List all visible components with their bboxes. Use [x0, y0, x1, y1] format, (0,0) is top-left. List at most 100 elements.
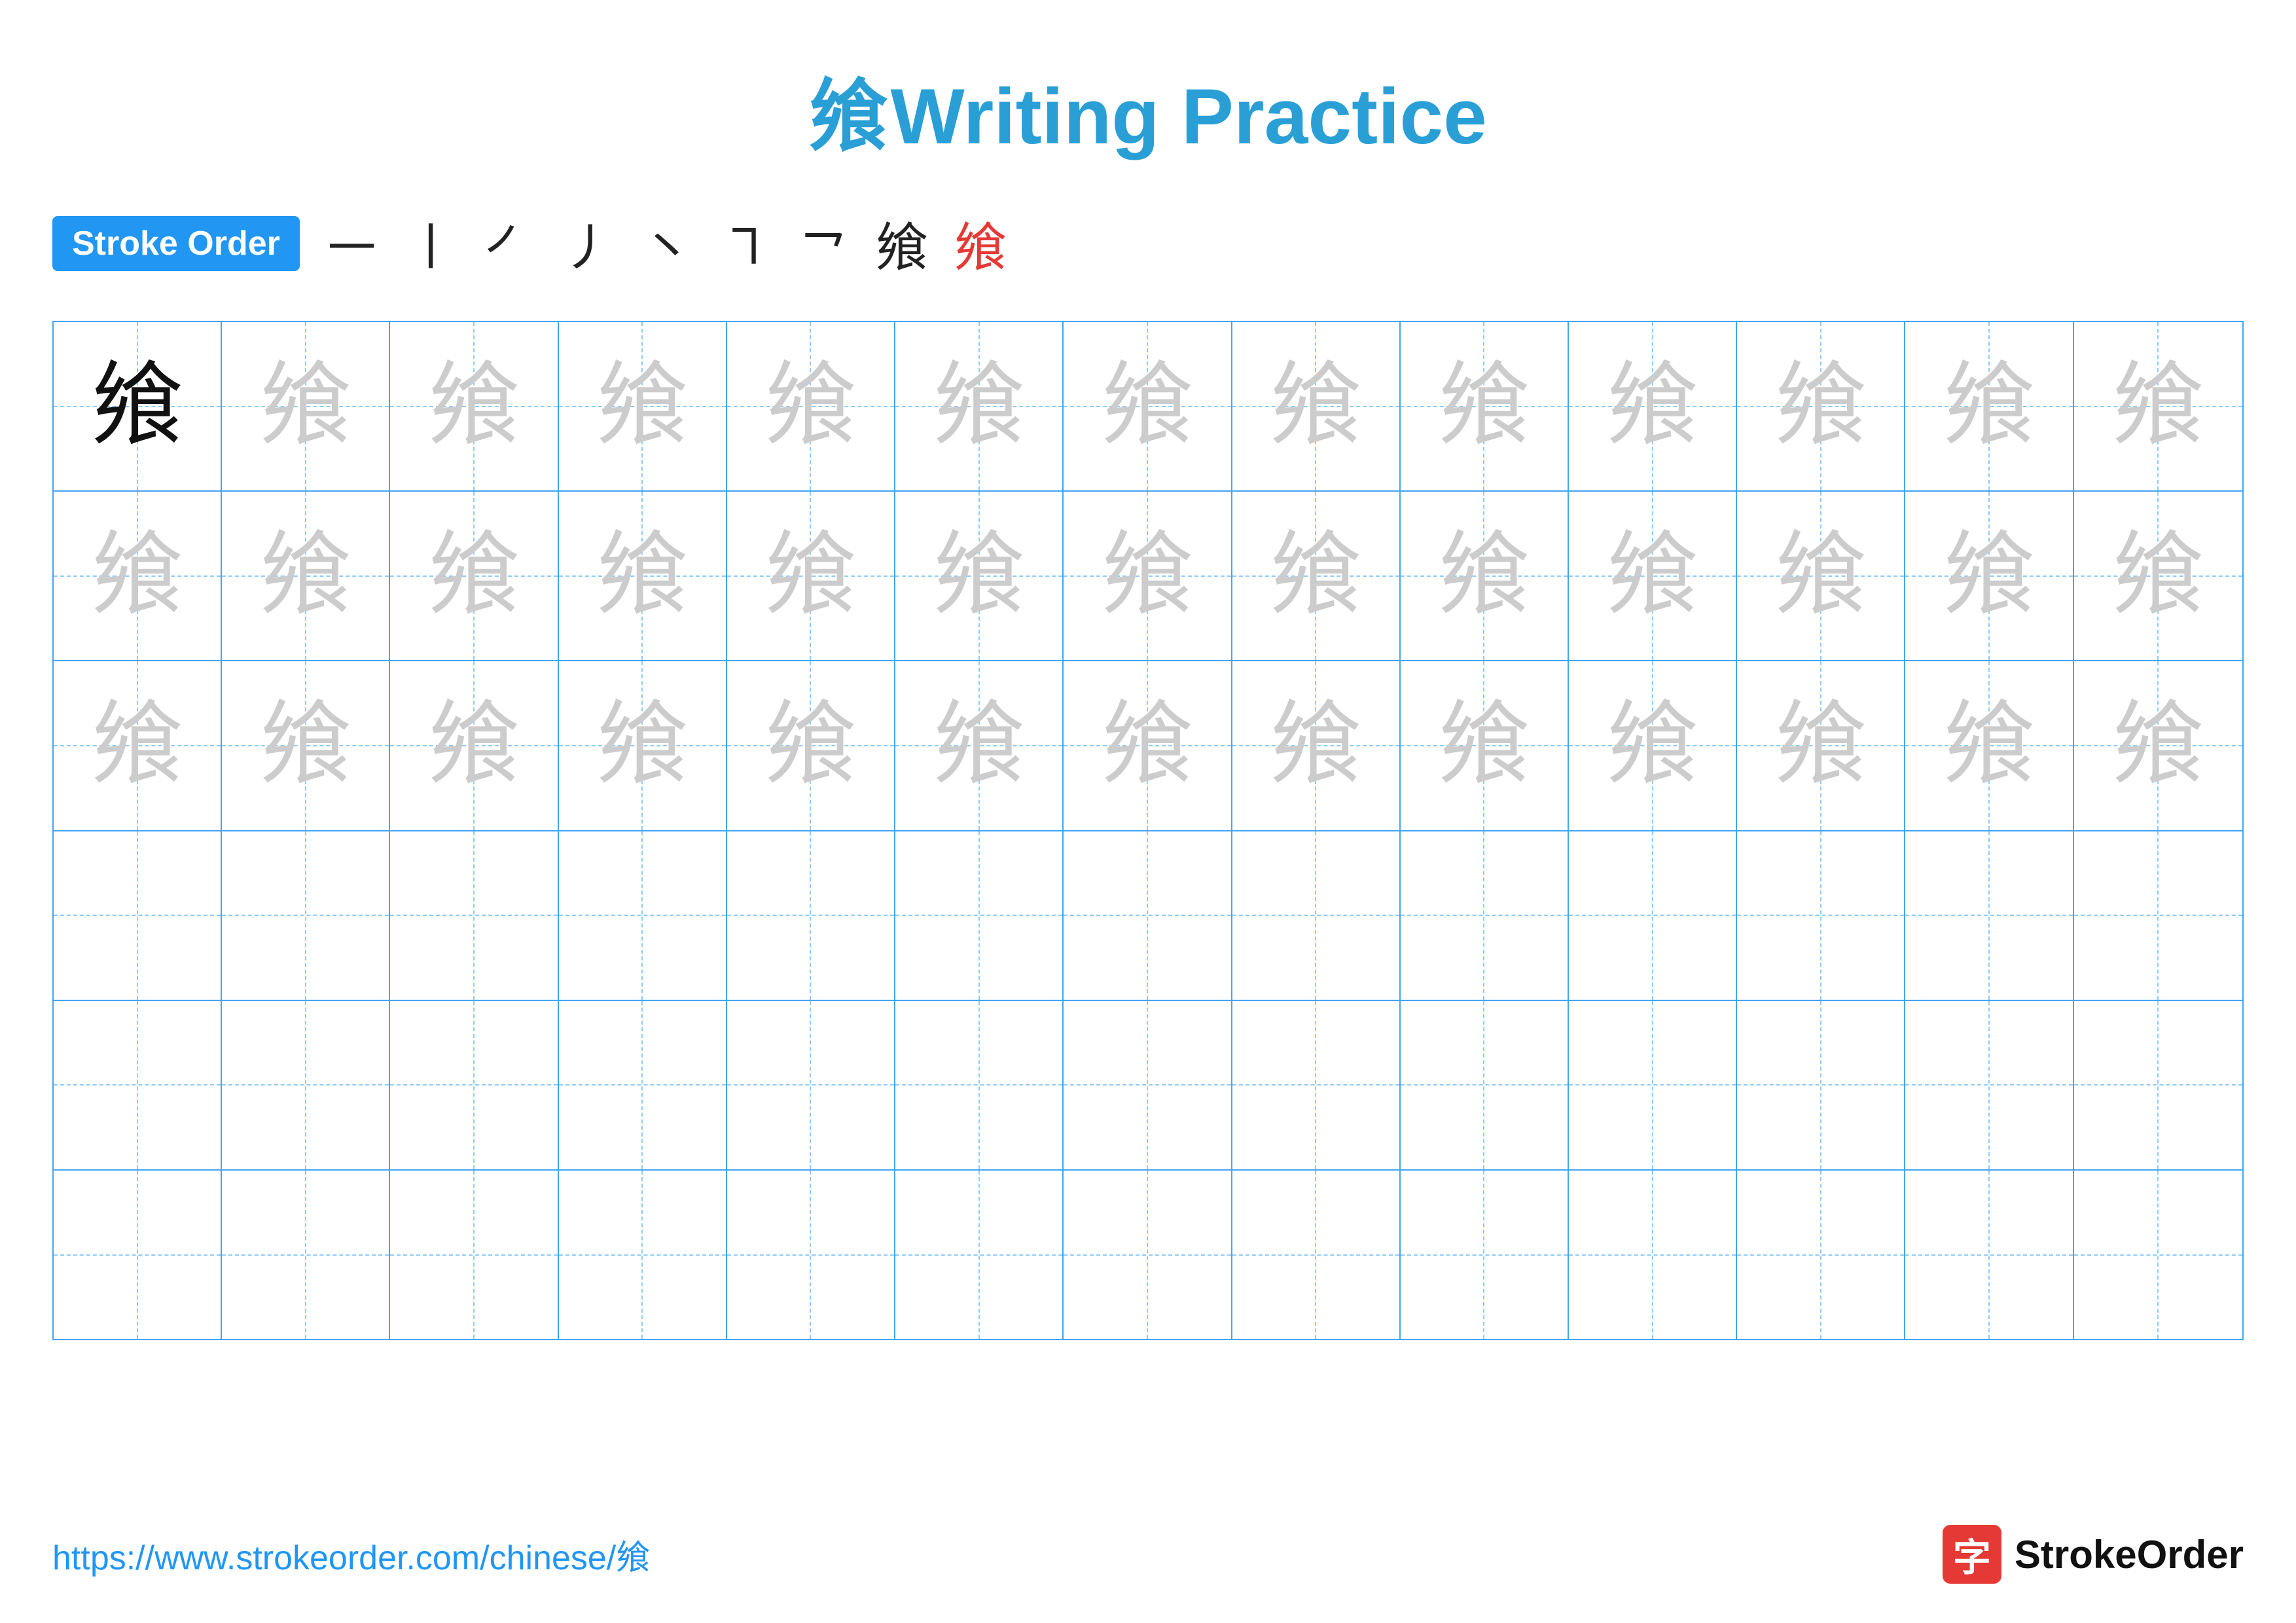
grid-cell[interactable]: 飨 — [1232, 322, 1401, 490]
grid-cell[interactable] — [1737, 831, 1905, 1000]
grid-cell[interactable] — [1232, 1171, 1401, 1339]
footer-url[interactable]: https://www.strokeorder.com/chinese/飨 — [52, 1530, 650, 1579]
grid-cell[interactable]: 飨 — [1401, 661, 1569, 830]
grid-cell[interactable] — [727, 1001, 895, 1169]
grid-cell[interactable]: 飨 — [2074, 322, 2242, 490]
grid-cell[interactable]: 飨 — [222, 492, 390, 660]
grid-cell[interactable] — [1064, 1001, 1232, 1169]
grid-cell[interactable] — [1064, 831, 1232, 1000]
grid-cell[interactable] — [1905, 831, 2073, 1000]
grid-cell[interactable]: 飨 — [1064, 492, 1232, 660]
grid-cell[interactable]: 飨 — [1232, 661, 1401, 830]
grid-cell[interactable]: 飨 — [895, 661, 1064, 830]
grid-cell[interactable] — [559, 831, 727, 1000]
stroke-step-3: ㇒ — [483, 206, 535, 282]
grid-row — [54, 831, 2242, 1001]
grid-cell[interactable] — [1569, 831, 1737, 1000]
grid-cell[interactable] — [1737, 1171, 1905, 1339]
grid-cell[interactable]: 飨 — [1569, 322, 1737, 490]
grid-row: 飨飨飨飨飨飨飨飨飨飨飨飨飨 — [54, 492, 2242, 661]
grid-cell[interactable] — [1401, 831, 1569, 1000]
stroke-step-1: ㇐ — [326, 206, 378, 282]
grid-cell[interactable] — [222, 831, 390, 1000]
grid-cell[interactable] — [559, 1171, 727, 1339]
grid-cell[interactable] — [390, 831, 558, 1000]
title-chinese: 飨 — [809, 73, 888, 160]
grid-cell[interactable] — [1401, 1001, 1569, 1169]
grid-cell[interactable]: 飨 — [895, 322, 1064, 490]
grid-cell[interactable]: 飨 — [1064, 661, 1232, 830]
logo-text: StrokeOrder — [2015, 1532, 2244, 1577]
grid-cell[interactable]: 飨 — [54, 492, 222, 660]
stroke-step-9: 飨 — [954, 206, 1007, 282]
grid-cell[interactable]: 飨 — [559, 492, 727, 660]
page-title: 飨 Writing Practice — [0, 0, 2296, 166]
grid-cell[interactable] — [1401, 1171, 1569, 1339]
grid-cell[interactable] — [222, 1001, 390, 1169]
title-english: Writing Practice — [891, 73, 1487, 160]
grid-cell[interactable] — [1232, 831, 1401, 1000]
grid-cell[interactable]: 飨 — [54, 661, 222, 830]
grid-cell[interactable]: 飨 — [727, 661, 895, 830]
grid-cell[interactable] — [1905, 1001, 2073, 1169]
grid-cell[interactable] — [2074, 831, 2242, 1000]
grid-cell[interactable] — [895, 831, 1064, 1000]
grid-cell[interactable] — [1064, 1171, 1232, 1339]
grid-cell[interactable]: 飨 — [390, 492, 558, 660]
stroke-step-8: 飨 — [876, 206, 928, 282]
footer-logo: 字 StrokeOrder — [1943, 1525, 2244, 1584]
grid-row: 飨飨飨飨飨飨飨飨飨飨飨飨飨 — [54, 661, 2242, 831]
grid-cell[interactable] — [54, 1001, 222, 1169]
grid-cell[interactable]: 飨 — [1569, 661, 1737, 830]
grid-cell[interactable] — [727, 831, 895, 1000]
grid-cell[interactable]: 飨 — [1737, 492, 1905, 660]
grid-cell[interactable]: 飨 — [727, 322, 895, 490]
grid-cell[interactable] — [1232, 1001, 1401, 1169]
grid-cell[interactable]: 飨 — [1905, 492, 2073, 660]
grid-cell[interactable] — [1737, 1001, 1905, 1169]
grid-cell[interactable]: 飨 — [1737, 322, 1905, 490]
grid-cell[interactable]: 飨 — [2074, 661, 2242, 830]
grid-cell[interactable]: 飨 — [54, 322, 222, 490]
logo-icon: 字 — [1943, 1525, 2001, 1584]
stroke-step-2: ㇑ — [404, 206, 457, 282]
grid-cell[interactable]: 飨 — [1064, 322, 1232, 490]
grid-cell[interactable] — [895, 1171, 1064, 1339]
grid-cell[interactable] — [1569, 1171, 1737, 1339]
grid-cell[interactable]: 飨 — [727, 492, 895, 660]
stroke-step-4: ㇓ — [562, 206, 614, 282]
grid-row — [54, 1171, 2242, 1339]
grid-cell[interactable]: 飨 — [1401, 492, 1569, 660]
stroke-step-5: ㇔ — [640, 206, 692, 282]
grid-cell[interactable] — [895, 1001, 1064, 1169]
grid-cell[interactable] — [54, 831, 222, 1000]
grid-cell[interactable]: 飨 — [2074, 492, 2242, 660]
grid-cell[interactable]: 飨 — [222, 661, 390, 830]
grid-cell[interactable] — [559, 1001, 727, 1169]
grid-cell[interactable]: 飨 — [390, 661, 558, 830]
grid-cell[interactable] — [390, 1001, 558, 1169]
grid-row — [54, 1001, 2242, 1171]
grid-cell[interactable] — [2074, 1171, 2242, 1339]
grid-cell[interactable]: 飨 — [1232, 492, 1401, 660]
grid-cell[interactable]: 飨 — [1401, 322, 1569, 490]
grid-cell[interactable]: 飨 — [559, 661, 727, 830]
grid-cell[interactable]: 飨 — [559, 322, 727, 490]
grid-cell[interactable] — [54, 1171, 222, 1339]
grid-cell[interactable]: 飨 — [1569, 492, 1737, 660]
grid-cell[interactable] — [390, 1171, 558, 1339]
grid-cell[interactable]: 飨 — [1905, 661, 2073, 830]
grid-cell[interactable] — [222, 1171, 390, 1339]
grid-cell[interactable] — [2074, 1001, 2242, 1169]
stroke-order-badge: Stroke Order — [52, 216, 300, 271]
practice-grid: 飨飨飨飨飨飨飨飨飨飨飨飨飨飨飨飨飨飨飨飨飨飨飨飨飨飨飨飨飨飨飨飨飨飨飨飨飨飨飨 — [52, 321, 2244, 1340]
grid-cell[interactable]: 飨 — [222, 322, 390, 490]
stroke-order-row: Stroke Order ㇐ ㇑ ㇒ ㇓ ㇔ ㇕ ㇖ 飨 飨 — [0, 206, 2296, 282]
grid-cell[interactable] — [1569, 1001, 1737, 1169]
grid-cell[interactable] — [1905, 1171, 2073, 1339]
grid-cell[interactable]: 飨 — [1905, 322, 2073, 490]
grid-cell[interactable]: 飨 — [895, 492, 1064, 660]
grid-cell[interactable]: 飨 — [1737, 661, 1905, 830]
grid-cell[interactable]: 飨 — [390, 322, 558, 490]
grid-cell[interactable] — [727, 1171, 895, 1339]
